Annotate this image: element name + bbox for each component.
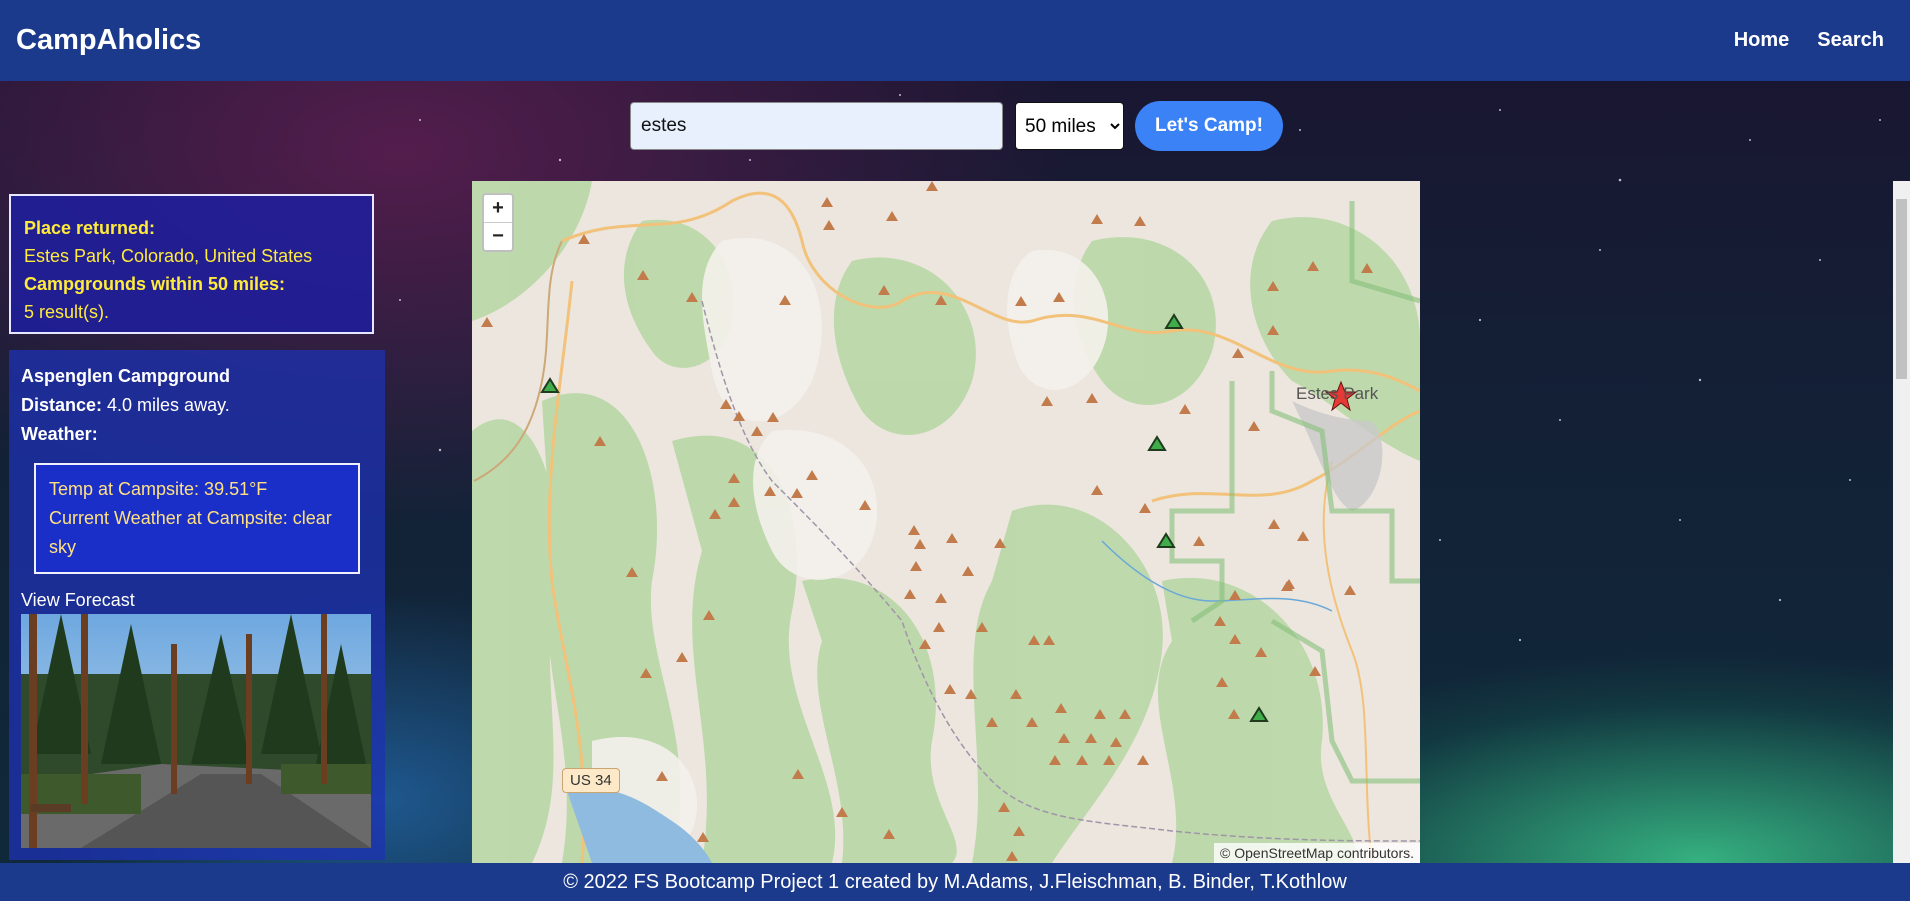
search-summary-box: Place returned: Estes Park, Colorado, Un… [9,194,374,334]
count-label: Campgrounds within 50 miles: [24,274,286,294]
weather-label: Weather: [21,424,98,444]
distance-label: Distance: [21,395,103,415]
map-tiles [472,181,1420,863]
weather-box: Temp at Campsite: 39.51°F Current Weathe… [34,463,360,574]
view-forecast-link[interactable]: View Forecast [21,586,373,615]
top-navbar: CampAholics Home Search [0,0,1910,81]
map-attribution[interactable]: © OpenStreetMap contributors. [1214,843,1420,863]
current-weather-text: Current Weather at Campsite: clear sky [49,508,332,557]
zoom-in-button[interactable]: + [484,195,512,223]
zoom-out-button[interactable]: − [484,223,512,250]
place-label: Place returned: [24,218,156,238]
count-value: 5 result(s). [24,302,110,322]
map-town-label: Estes Park [1296,384,1379,403]
campground-map[interactable]: Estes Park US 34 + − © OpenStreetMap con… [472,181,1420,863]
campground-result-card: Aspenglen Campground Distance: 4.0 miles… [9,350,385,860]
scroll-thumb[interactable] [1896,199,1907,379]
route-shield: US 34 [562,768,620,793]
place-value: Estes Park, Colorado, United States [24,246,313,266]
campground-name: Aspenglen Campground [21,366,231,386]
page-scrollbar[interactable] [1893,181,1910,863]
distance-row: Distance: 4.0 miles away. [21,391,373,420]
location-search-input[interactable] [630,102,1003,150]
nav-search-link[interactable]: Search [1817,29,1884,52]
distance-value: 4.0 miles away. [102,395,230,415]
footer: © 2022 FS Bootcamp Project 1 created by … [0,863,1910,901]
nav-home-link[interactable]: Home [1734,29,1790,52]
campground-photo [21,614,371,848]
brand-logo[interactable]: CampAholics [16,24,201,57]
map-zoom-control: + − [482,193,514,252]
range-select[interactable]: 50 miles [1015,102,1124,150]
nav-links: Home Search [1734,29,1884,52]
temperature-text: Temp at Campsite: 39.51°F [49,479,268,499]
lets-camp-button[interactable]: Let's Camp! [1135,101,1283,151]
